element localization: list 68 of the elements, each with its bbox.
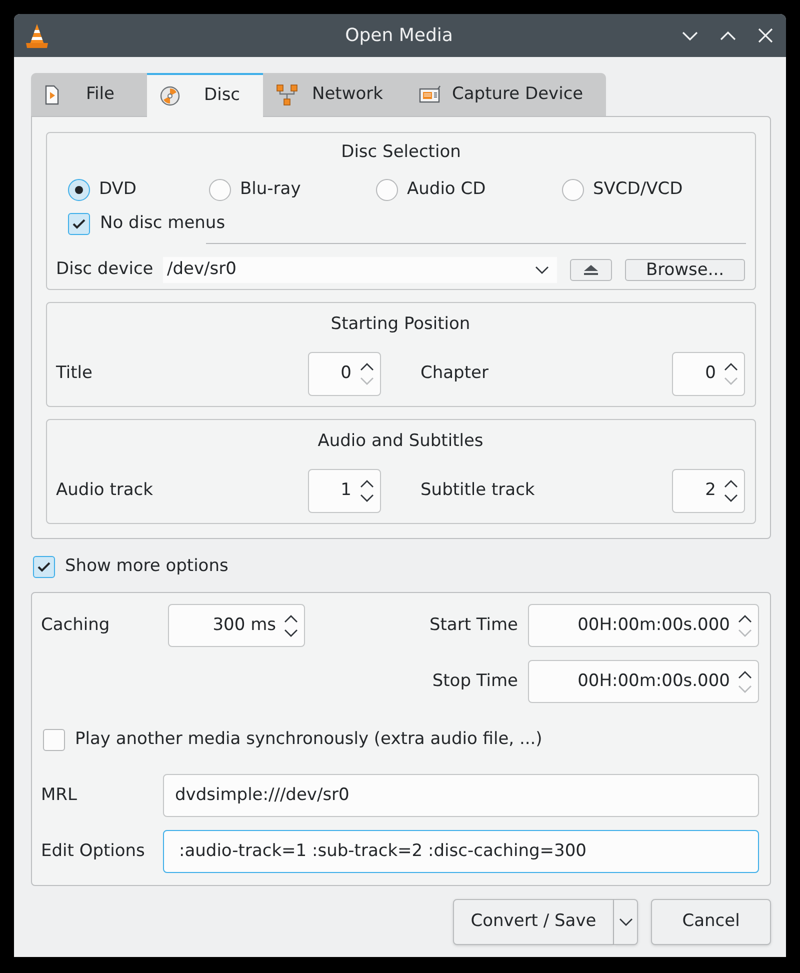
tab[interactable]: Disc xyxy=(147,73,263,117)
spinbox[interactable]: 1 xyxy=(308,469,380,513)
checkbox[interactable]: Show more options xyxy=(33,555,228,579)
checkbox-icon[interactable] xyxy=(43,729,65,751)
chevron-up-icon[interactable] xyxy=(284,614,298,624)
tab[interactable]: Network xyxy=(263,73,405,116)
tab[interactable]: File xyxy=(31,73,147,116)
disc-device-dropdown[interactable]: /dev/sr0 xyxy=(163,257,557,283)
group-title: Disc Selection xyxy=(340,141,462,164)
field-label: Chapter xyxy=(420,362,490,386)
spinbox[interactable]: 2 xyxy=(672,469,745,513)
chevron-up-icon[interactable] xyxy=(738,670,752,680)
capture-card-icon xyxy=(418,84,442,104)
chevron-up-icon[interactable] xyxy=(360,479,374,489)
field-label: Disc device xyxy=(56,258,154,282)
caret-icon[interactable] xyxy=(535,265,549,275)
field-label: Stop Time xyxy=(432,670,518,693)
chevron-up-icon[interactable] xyxy=(724,479,738,489)
text-field[interactable]: :audio-track=1 :sub-track=2 :disc-caching=300 xyxy=(163,830,759,873)
action-button[interactable]: Convert / Save xyxy=(453,899,614,945)
caret-icon[interactable] xyxy=(618,917,632,927)
radio-button[interactable]: SVCD/VCD xyxy=(562,178,683,202)
eject-button[interactable] xyxy=(570,259,612,281)
field-label: Caching xyxy=(41,614,111,637)
spinbox[interactable]: 00H:00m:00s.000 xyxy=(528,604,759,647)
close-icon[interactable] xyxy=(758,28,773,43)
field-label: Edit Options xyxy=(41,840,146,863)
field-label: Title xyxy=(56,362,94,386)
field-label: Start Time xyxy=(429,614,518,637)
radio-button[interactable]: DVD xyxy=(68,178,209,202)
checkbox[interactable]: No disc menus xyxy=(68,212,226,236)
spinbox[interactable]: 300 ms xyxy=(168,604,305,647)
radio-icon[interactable] xyxy=(376,179,398,201)
chevron-up-icon[interactable] xyxy=(738,614,752,624)
spinbox[interactable]: 00H:00m:00s.000 xyxy=(528,660,759,703)
spinbox[interactable]: 0 xyxy=(308,352,380,396)
disc-icon xyxy=(160,86,180,106)
chevron-up-icon[interactable] xyxy=(360,362,374,372)
radio-button[interactable]: Audio CD xyxy=(376,178,562,202)
chevron-down-icon[interactable] xyxy=(360,493,374,503)
field-label: Audio track xyxy=(56,479,154,502)
field-label: Subtitle track xyxy=(420,479,536,502)
browse-button[interactable]: Browse... xyxy=(625,259,745,281)
radio-icon[interactable] xyxy=(562,179,584,201)
radio-button[interactable]: Blu-ray xyxy=(209,178,376,202)
chevron-down-icon[interactable] xyxy=(724,493,738,503)
maximize-icon[interactable] xyxy=(720,30,736,40)
group-title: Starting Position xyxy=(330,313,472,336)
spinbox[interactable]: 0 xyxy=(672,352,745,396)
checkbox-icon[interactable] xyxy=(33,556,55,578)
document-play-icon xyxy=(44,84,60,104)
cancel-button[interactable]: Cancel xyxy=(651,899,771,945)
tab[interactable]: Capture Device xyxy=(405,73,606,116)
text-field[interactable]: dvdsimple:///dev/sr0 xyxy=(163,774,759,817)
window-title: Open Media xyxy=(345,24,453,48)
checkbox-icon[interactable] xyxy=(68,213,90,235)
minimize-icon[interactable] xyxy=(682,30,698,40)
eject-icon xyxy=(583,264,599,276)
radio-icon[interactable] xyxy=(68,179,90,201)
group-title: Audio and Subtitles xyxy=(316,430,484,453)
network-nodes-icon xyxy=(276,84,298,106)
traffic-cone-logo-icon xyxy=(25,22,49,48)
radio-icon[interactable] xyxy=(209,179,231,201)
chevron-up-icon[interactable] xyxy=(724,362,738,372)
chevron-down-icon[interactable] xyxy=(284,628,298,638)
field-label: MRL xyxy=(41,784,78,807)
checkbox[interactable]: Play another media synchronously (extra audio file, ...) xyxy=(43,728,542,752)
dropdown-toggle-button[interactable] xyxy=(614,899,638,945)
